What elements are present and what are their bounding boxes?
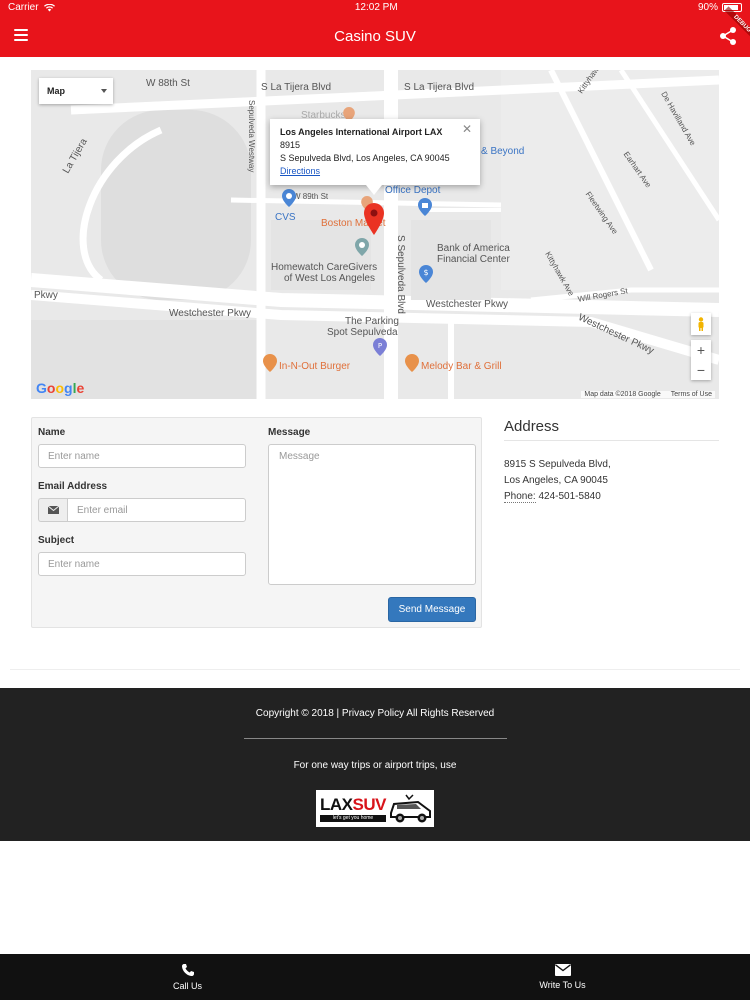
carrier-label: Carrier bbox=[8, 2, 39, 13]
map-type-selector[interactable]: Map bbox=[39, 78, 113, 104]
subject-input[interactable]: Enter name bbox=[38, 552, 246, 576]
map[interactable]: Map W 88th St S La Tijera Blvd S La Tije… bbox=[31, 70, 719, 399]
info-window-line: S Sepulveda Blvd, Los Angeles, CA 90045 bbox=[280, 153, 450, 163]
info-window-title: Los Angeles International Airport LAX bbox=[280, 127, 443, 137]
map-label-place: of West Los Angeles bbox=[284, 273, 375, 284]
address-heading: Address bbox=[504, 418, 719, 441]
one-way-text: For one way trips or airport trips, use bbox=[293, 760, 457, 771]
map-attribution: Map data ©2018 Google Terms of Use bbox=[581, 391, 715, 398]
map-label-place: CVS bbox=[275, 212, 296, 223]
app-bar: Casino SUV DEBUG bbox=[0, 6, 750, 57]
map-data-text: Map data ©2018 Google bbox=[584, 391, 661, 398]
email-input[interactable]: Enter email bbox=[67, 498, 246, 522]
map-label-street: W 88th St bbox=[146, 78, 190, 89]
envelope-icon bbox=[554, 964, 571, 976]
directions-link[interactable]: Directions bbox=[280, 165, 470, 178]
address-panel: Address 8915 S Sepulveda Blvd, Los Angel… bbox=[504, 418, 719, 505]
section-divider bbox=[10, 669, 740, 670]
map-label-street: S La Tijera Blvd bbox=[261, 82, 332, 93]
phone-label: Phone: bbox=[504, 491, 536, 503]
wifi-icon bbox=[43, 3, 55, 11]
map-label-street: Westchester Pkwy bbox=[169, 308, 252, 319]
tab-call-us[interactable]: Call Us bbox=[0, 954, 375, 1000]
logo-tagline: let's get you home bbox=[320, 815, 386, 822]
google-logo: Google bbox=[36, 380, 85, 396]
map-label-place: Spot Sepulveda bbox=[327, 327, 398, 338]
name-label: Name bbox=[38, 427, 66, 438]
message-label: Message bbox=[268, 427, 311, 438]
svg-text:$: $ bbox=[423, 268, 428, 277]
email-label: Email Address bbox=[38, 481, 108, 492]
bank-pin-icon[interactable]: $ bbox=[419, 265, 433, 283]
map-label-street: Sepulveda Westway bbox=[247, 100, 256, 173]
app-title: Casino SUV bbox=[334, 27, 416, 45]
menu-icon[interactable] bbox=[14, 29, 28, 41]
svg-text:P: P bbox=[378, 342, 382, 350]
battery-percent: 90% bbox=[697, 2, 718, 13]
suv-car-icon bbox=[390, 794, 431, 823]
map-label-place: Office Depot bbox=[385, 185, 441, 196]
office-depot-pin-icon[interactable] bbox=[418, 198, 432, 216]
contact-form: Name Enter name Email Address Enter emai… bbox=[31, 417, 482, 628]
tab-label: Write To Us bbox=[539, 980, 586, 990]
zoom-control: + − bbox=[691, 340, 711, 380]
map-label-place: Financial Center bbox=[437, 254, 510, 265]
map-label-place: In-N-Out Burger bbox=[279, 361, 351, 372]
tab-write-to-us[interactable]: Write To Us bbox=[375, 954, 750, 1000]
terms-link[interactable]: Terms of Use bbox=[671, 391, 712, 398]
close-icon[interactable]: ✕ bbox=[462, 123, 472, 136]
clock: 12:02 PM bbox=[354, 2, 398, 13]
status-bar: Carrier 12:02 PM 90% bbox=[0, 0, 750, 15]
tab-label: Call Us bbox=[172, 981, 202, 991]
bottom-tab-bar: Call Us Write To Us bbox=[0, 954, 750, 1000]
share-icon[interactable] bbox=[716, 23, 740, 49]
phone-number[interactable]: 424-501-5840 bbox=[538, 491, 600, 502]
map-label-place: Homewatch CareGivers bbox=[271, 262, 378, 273]
map-label-street: Pkwy bbox=[34, 290, 58, 301]
zoom-out-button[interactable]: − bbox=[691, 360, 711, 380]
map-label-place: The Parking bbox=[345, 316, 399, 327]
message-textarea[interactable]: Message bbox=[268, 444, 476, 585]
copyright-text: Copyright © 2018 | Privacy Policy All Ri… bbox=[255, 708, 495, 719]
location-marker-icon[interactable] bbox=[364, 203, 384, 235]
map-label-street: Westchester Pkwy bbox=[426, 299, 509, 310]
homewatch-pin-icon[interactable] bbox=[355, 238, 369, 256]
zoom-in-button[interactable]: + bbox=[691, 340, 711, 360]
laxsuv-logo[interactable]: LAXSUV let's get you home bbox=[316, 790, 434, 827]
melody-pin-icon[interactable] bbox=[405, 354, 419, 372]
map-label-place: & Beyond bbox=[481, 146, 525, 157]
address-line: Los Angeles, CA 90045 bbox=[504, 475, 608, 486]
cvs-pin-icon[interactable] bbox=[282, 189, 296, 207]
map-label-street: S Sepulveda Blvd bbox=[395, 235, 406, 314]
email-input-group: Enter email bbox=[38, 498, 246, 522]
in-n-out-pin-icon[interactable] bbox=[263, 354, 277, 372]
name-input[interactable]: Enter name bbox=[38, 444, 246, 468]
street-view-pegman-icon[interactable] bbox=[691, 313, 711, 335]
map-label-place: Melody Bar & Grill bbox=[421, 361, 502, 372]
subject-label: Subject bbox=[38, 535, 75, 546]
map-label-street: W 89th St bbox=[293, 192, 329, 201]
envelope-icon bbox=[38, 498, 67, 522]
caret-down-icon bbox=[101, 89, 107, 93]
map-label-street: S La Tijera Blvd bbox=[404, 82, 475, 93]
address-line: 8915 S Sepulveda Blvd, bbox=[504, 459, 611, 470]
map-info-window: Los Angeles International Airport LAX 89… bbox=[270, 119, 480, 195]
map-label-place: Bank of America bbox=[437, 243, 510, 254]
footer-divider bbox=[244, 738, 507, 739]
parking-pin-icon[interactable]: P bbox=[373, 338, 387, 356]
phone-line: Phone: 424-501-5840 bbox=[504, 489, 719, 505]
footer: Copyright © 2018 | Privacy Policy All Ri… bbox=[0, 688, 750, 841]
send-message-button[interactable]: Send Message bbox=[388, 597, 476, 622]
info-window-line: 8915 bbox=[280, 140, 301, 150]
phone-icon bbox=[181, 964, 194, 976]
